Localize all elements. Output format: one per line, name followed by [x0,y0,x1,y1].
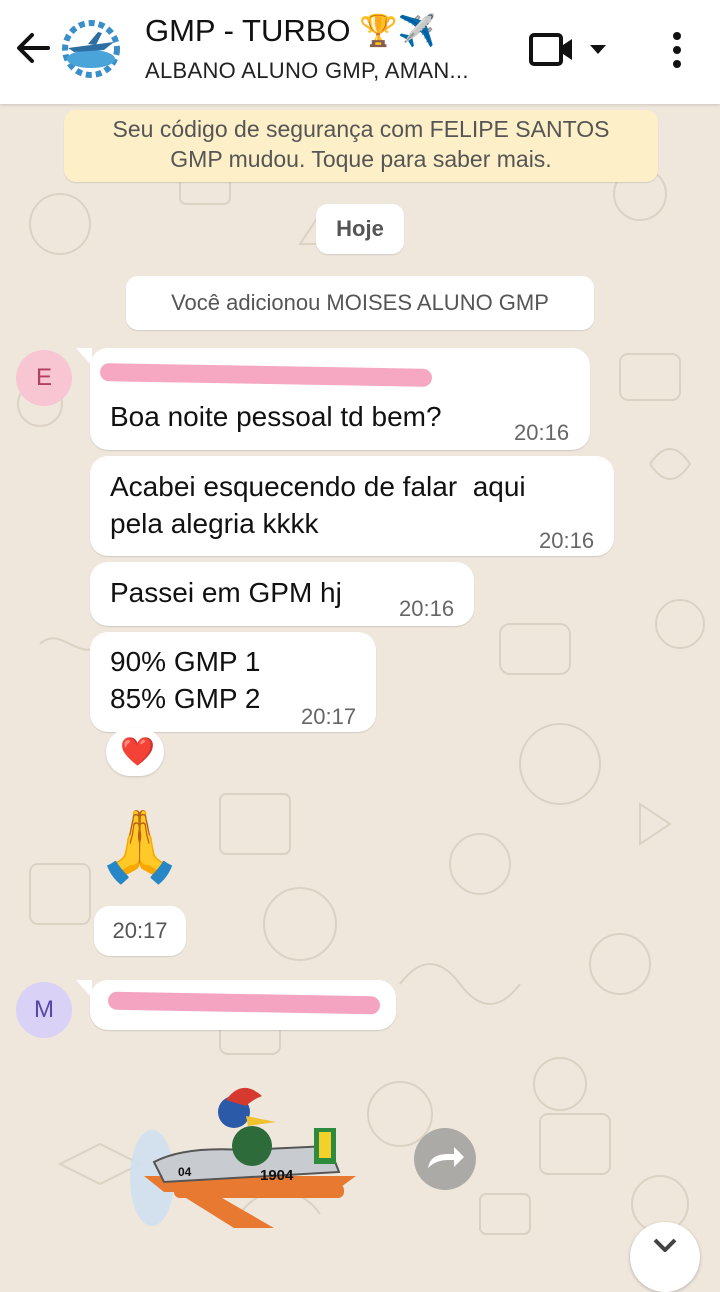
redacted-sender-name [107,991,381,1015]
message-text: Boa noite pessoal td bem? [110,401,442,432]
system-message: Você adicionou MOISES ALUNO GMP [126,276,594,330]
group-avatar[interactable] [56,14,126,84]
message-text: 90% GMP 1 85% GMP 2 [110,646,261,714]
back-button[interactable] [10,26,54,70]
woody-woodpecker-plane-sticker-icon: 1904 04 [130,1087,356,1228]
heart-icon: ❤️ [120,736,155,767]
message-bubble[interactable]: Passei em GPM hj 20:16 [90,562,474,626]
group-title[interactable]: GMP - TURBO 🏆✈️ [145,12,436,49]
praying-hands-icon: 🙏 [96,807,184,885]
chat-header: GMP - TURBO 🏆✈️ ALBANO ALUNO GMP, AMAN..… [0,0,720,104]
message-bubble[interactable]: Acabei esquecendo de falar aqui pela ale… [90,456,614,556]
message-time: 20:16 [399,596,455,621]
arrow-left-icon [17,33,50,63]
group-members[interactable]: ALBANO ALUNO GMP, AMAN... [145,58,469,84]
plane-tail-number: 04 [178,1165,192,1179]
scroll-down-button[interactable] [630,1222,700,1292]
airplane-gear-logo-icon [58,16,124,82]
message-time: 20:16 [514,420,570,445]
redacted-sender-name [99,363,433,387]
avatar[interactable]: E [16,350,72,406]
message-bubble[interactable]: Boa noite pessoal td bem? 20:16 [76,348,590,450]
chevron-down-icon [653,1238,677,1253]
heart-reaction[interactable]: ❤️ [106,728,164,776]
sticker-message[interactable]: 1904 04 [124,1080,364,1240]
security-notice-text: Seu código de segurança com FELIPE SANTO… [112,116,610,172]
message-time: 20:17 [301,704,357,729]
date-separator: Hoje [316,204,404,254]
forward-button[interactable] [414,1128,476,1190]
more-vertical-icon [673,32,681,68]
message-time: 20:17 [94,906,186,956]
more-options-button[interactable] [660,28,694,72]
message-time: 20:16 [539,528,595,553]
video-call-button[interactable] [528,30,608,70]
message-bubble[interactable]: 90% GMP 1 85% GMP 2 20:17 [90,632,376,732]
message-text: Passei em GPM hj [110,577,342,608]
emoji-message[interactable]: 🙏 [96,796,183,896]
avatar[interactable]: M [16,982,72,1038]
security-code-notice[interactable]: Seu código de segurança com FELIPE SANTO… [64,110,658,182]
message-text: Acabei esquecendo de falar aqui pela ale… [110,471,526,539]
forward-icon [428,1147,464,1168]
sender-name-bubble[interactable] [76,980,396,1030]
plane-number: 1904 [260,1167,294,1184]
video-camera-icon [529,33,606,66]
